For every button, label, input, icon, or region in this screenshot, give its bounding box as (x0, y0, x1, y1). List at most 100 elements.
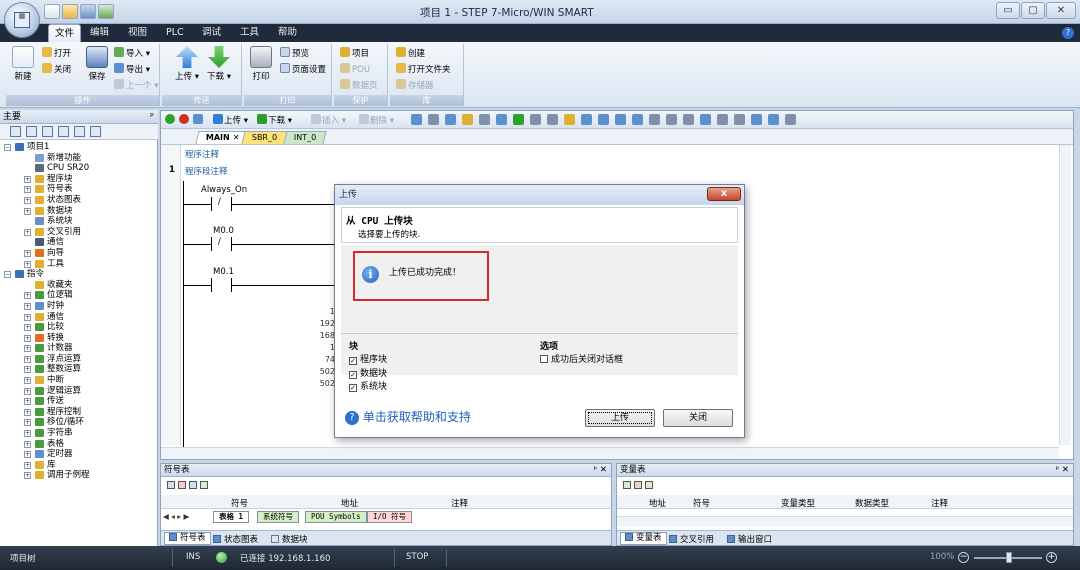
editor-tool-icon[interactable] (462, 114, 473, 125)
save-icon[interactable] (80, 4, 96, 19)
tree-item[interactable]: + 工具 (0, 259, 158, 270)
minimize-button[interactable]: ▭ (996, 2, 1020, 19)
help-icon[interactable]: ? (1062, 27, 1074, 39)
run-icon[interactable] (165, 114, 176, 126)
tab-tools[interactable]: 工具 (234, 24, 265, 42)
expand-icon[interactable]: + (24, 334, 31, 342)
editor-tool-icon[interactable] (598, 114, 609, 125)
program-comment[interactable]: 程序注释 (185, 148, 219, 160)
tab-sbr0[interactable]: SBR_0 (241, 131, 288, 144)
bottom-tab-status-chart[interactable]: 状态图表 (213, 533, 258, 545)
tree-tool-4-icon[interactable] (58, 126, 69, 137)
open-button[interactable]: 打开 (42, 47, 71, 59)
checkbox-icon[interactable]: ✓ (349, 371, 357, 379)
sheet-nav[interactable]: ◀ ◂ ▸ ▶ (163, 512, 189, 521)
tree-item[interactable]: + 整数运算 (0, 364, 158, 375)
tab-plc[interactable]: PLC (160, 24, 190, 42)
network-comment[interactable]: 程序段注释 (185, 165, 228, 177)
tree-item[interactable]: 新增功能 (0, 153, 158, 164)
tree-item[interactable]: + 计数器 (0, 343, 158, 354)
pin-icon[interactable]: ᵖ (150, 110, 154, 124)
close-tab-icon[interactable]: ✕ (232, 132, 239, 144)
collapse-icon[interactable]: − (4, 271, 11, 279)
bottom-tab-output-window[interactable]: 输出窗口 (727, 533, 772, 545)
tree-item[interactable]: + 符号表 (0, 184, 158, 195)
editor-tool-icon[interactable] (564, 114, 575, 125)
help-link[interactable]: ? 单击获取帮助和支持 (345, 408, 471, 425)
create-library-button[interactable]: 创建 (396, 47, 425, 59)
checkbox-system-block[interactable]: ✓ 系统块 (349, 379, 387, 392)
symbol-tool-icon[interactable] (167, 481, 175, 489)
upload-button[interactable]: 上传 ▾ (174, 46, 200, 82)
new-button[interactable]: 新建 (10, 46, 36, 82)
application-button[interactable]: ▦ (4, 2, 40, 38)
editor-tool-icon[interactable] (411, 114, 422, 125)
editor-tool-icon[interactable] (666, 114, 677, 125)
tree-item[interactable]: − 指令 (0, 269, 158, 280)
expand-icon[interactable]: + (24, 228, 31, 236)
checkbox-program-block[interactable]: ✓ 程序块 (349, 352, 387, 365)
tree-item[interactable]: + 传送 (0, 396, 158, 407)
tree-item[interactable]: + 移位/循环 (0, 417, 158, 428)
editor-tool-icon[interactable] (785, 114, 796, 125)
variable-tool-icon[interactable] (645, 481, 653, 489)
bottom-tab-variable-table[interactable]: 变量表 (620, 532, 667, 545)
expand-icon[interactable]: + (24, 355, 31, 363)
expand-icon[interactable]: + (24, 377, 31, 385)
close-panel-icon[interactable]: ᵖ ✕ (594, 464, 607, 477)
expand-icon[interactable]: + (24, 186, 31, 194)
sheet-tab-pou-symbols[interactable]: POU Symbols (305, 511, 367, 523)
sheet-tab-system-symbols[interactable]: 系统符号 (257, 511, 299, 523)
sheet-tab-table1[interactable]: 表格 1 (213, 511, 250, 523)
expand-icon[interactable]: + (24, 249, 31, 257)
tree-item[interactable]: + 通信 (0, 312, 158, 323)
tree-item[interactable]: + 调用子例程 (0, 470, 158, 481)
upload-quick-icon[interactable] (98, 4, 114, 19)
expand-icon[interactable]: + (24, 292, 31, 300)
save-button[interactable]: 保存 (84, 46, 110, 82)
tree-item[interactable]: + 浮点运算 (0, 354, 158, 365)
tree-item[interactable]: + 向导 (0, 248, 158, 259)
expand-icon[interactable]: + (24, 196, 31, 204)
tree-item[interactable]: + 中断 (0, 375, 158, 386)
editor-tool-icon[interactable] (615, 114, 626, 125)
expand-icon[interactable]: + (24, 440, 31, 448)
editor-tool-icon[interactable] (700, 114, 711, 125)
symbol-tool-icon[interactable] (189, 481, 197, 489)
zoom-out-icon[interactable]: − (958, 552, 969, 563)
vertical-scrollbar[interactable] (1059, 145, 1071, 445)
tree-item[interactable]: − 项目1 (0, 142, 158, 153)
editor-tool-icon[interactable] (683, 114, 694, 125)
zoom-in-icon[interactable]: + (1046, 552, 1057, 563)
editor-tool-icon[interactable] (530, 114, 541, 125)
tab-debug[interactable]: 调试 (196, 24, 227, 42)
expand-icon[interactable]: + (24, 408, 31, 416)
tab-view[interactable]: 视图 (122, 24, 153, 42)
protect-pou-button[interactable]: POU (340, 63, 370, 75)
expand-icon[interactable]: + (24, 451, 31, 459)
horizontal-scrollbar[interactable] (161, 447, 1059, 459)
expand-icon[interactable]: + (24, 175, 31, 183)
editor-tool-icon[interactable] (479, 114, 490, 125)
upload-dialog-button[interactable]: 上传 (585, 409, 655, 427)
new-icon[interactable] (44, 4, 60, 19)
expand-icon[interactable]: + (24, 430, 31, 438)
download-button[interactable]: 下载 ▾ (206, 46, 232, 82)
sheet-tab-io-symbols[interactable]: I/O 符号 (367, 511, 413, 523)
expand-icon[interactable]: + (24, 324, 31, 332)
expand-icon[interactable]: + (24, 398, 31, 406)
tree-tool-1-icon[interactable] (10, 126, 21, 137)
tree-item[interactable]: + 交叉引用 (0, 227, 158, 238)
editor-tool-icon[interactable] (496, 114, 507, 125)
symbol-tool-icon[interactable] (200, 481, 208, 489)
expand-icon[interactable]: + (24, 419, 31, 427)
zoom-slider-thumb[interactable] (1006, 552, 1012, 563)
tab-edit[interactable]: 编辑 (84, 24, 115, 42)
tree-item[interactable]: CPU SR20 (0, 163, 158, 174)
tree-item[interactable]: + 状态图表 (0, 195, 158, 206)
editor-download-button[interactable]: 下载 ▾ (257, 114, 292, 126)
checkbox-icon[interactable]: ✓ (349, 357, 357, 365)
variable-tool-icon[interactable] (623, 481, 631, 489)
tree-item[interactable]: + 比较 (0, 322, 158, 333)
collapse-icon[interactable]: − (4, 144, 11, 151)
